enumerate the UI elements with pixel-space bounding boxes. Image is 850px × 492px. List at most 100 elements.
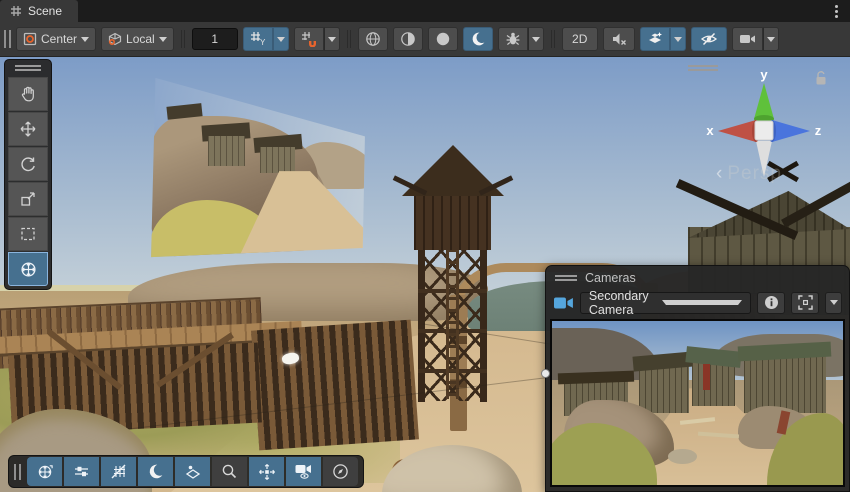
moon-icon: [470, 31, 486, 47]
preview-hut: [692, 360, 736, 406]
snap-increment-input[interactable]: [192, 28, 238, 50]
preview-rock: [668, 449, 697, 464]
move-tool[interactable]: [8, 112, 48, 146]
preview-banner: [703, 364, 710, 390]
cameras-panel-title: Cameras: [585, 271, 636, 285]
move-cross-icon: [258, 463, 276, 481]
tab-scene[interactable]: Scene: [0, 0, 78, 22]
speaker-mute-icon: [611, 31, 627, 47]
watchtower-cabin: [414, 193, 491, 250]
projection-label: Persp: [727, 163, 782, 184]
camera-settings-group: [732, 27, 779, 51]
grid-icon: [10, 5, 22, 17]
effects-button[interactable]: [640, 27, 670, 51]
overlay-toggle-tool-settings[interactable]: [64, 457, 99, 486]
axis-y-label: y: [760, 69, 768, 82]
camera-settings-dropdown[interactable]: [763, 27, 779, 51]
overlay-toolbar: [8, 455, 364, 488]
gizmo-z-cone[interactable]: [772, 120, 810, 142]
camera-frame-button[interactable]: [791, 292, 819, 314]
overlay-toggle-gizmos[interactable]: [175, 457, 210, 486]
cameras-panel-header[interactable]: Cameras: [546, 266, 849, 289]
toolbar-separator: [347, 30, 351, 48]
overlay-toggle-search[interactable]: [212, 457, 247, 486]
watchtower-leg: [480, 249, 487, 402]
grid-slash-icon: [110, 463, 127, 480]
shaded-wireframe-button[interactable]: [393, 27, 423, 51]
scene-viewport[interactable]: y x z ‹Persp Cameras Secondary Camera: [0, 57, 850, 492]
drag-handle[interactable]: [4, 30, 11, 48]
camera-eye-icon: [294, 463, 313, 480]
drag-handle[interactable]: [555, 275, 577, 281]
gizmo-y-cone[interactable]: [754, 83, 774, 119]
debug-dropdown[interactable]: [528, 27, 544, 51]
overlay-toggle-lighting[interactable]: [138, 457, 173, 486]
drag-handle[interactable]: [14, 464, 21, 480]
debug-bug-button[interactable]: [498, 27, 528, 51]
preview-hut: [744, 354, 825, 413]
svg-text:Y: Y: [260, 38, 266, 47]
grid-snap-dropdown[interactable]: [273, 27, 289, 51]
drag-handle[interactable]: [15, 65, 41, 71]
gizmo-x-cone[interactable]: [718, 120, 756, 142]
rect-icon: [19, 225, 37, 243]
magnet-grid-icon: [301, 31, 317, 47]
scale-tool[interactable]: [8, 182, 48, 216]
wireframe-globe-icon: [365, 31, 381, 47]
scale-icon: [19, 190, 37, 208]
unity-scene-window: Scene Center Local: [0, 0, 850, 492]
grid-snap-y-button[interactable]: Y: [243, 27, 273, 51]
camera-select-dropdown[interactable]: Secondary Camera: [580, 292, 751, 314]
audio-mute-button[interactable]: [603, 27, 635, 51]
view-hand-tool[interactable]: [8, 77, 48, 111]
overlay-toggle-move[interactable]: [249, 457, 284, 486]
scene-lighting-button[interactable]: [463, 27, 493, 51]
camera-settings-button[interactable]: [732, 27, 763, 51]
2d-mode-button[interactable]: 2D: [562, 27, 598, 51]
overlay-toggle-cameras[interactable]: [286, 457, 321, 486]
snap-magnet-button[interactable]: [294, 27, 324, 51]
rect-tool[interactable]: [8, 217, 48, 251]
rotate-icon: [19, 155, 37, 173]
effects-dropdown[interactable]: [670, 27, 686, 51]
camera-info-button[interactable]: [757, 292, 785, 314]
overlay-resize-dot[interactable]: [541, 369, 550, 378]
pivot-center-icon: [23, 32, 37, 46]
shaded-mode-button[interactable]: [428, 27, 458, 51]
video-camera-icon: [739, 32, 756, 46]
projection-mode[interactable]: ‹Persp: [716, 163, 782, 185]
magnifier-icon: [221, 463, 238, 480]
watchtower-leg: [418, 249, 425, 402]
toolbar-separator: [551, 30, 555, 48]
effects-group: [640, 27, 686, 51]
orientation-dropdown[interactable]: Local: [101, 27, 174, 51]
sphere-icon: [435, 31, 451, 47]
selected-camera-label: Secondary Camera: [589, 289, 662, 317]
preview-hut-roof: [558, 371, 634, 385]
overlay-toggle-grid-snap[interactable]: [101, 457, 136, 486]
transform-tool[interactable]: [8, 252, 48, 286]
gizmo-cube[interactable]: [755, 121, 773, 140]
wireframe-mode-button[interactable]: [358, 27, 388, 51]
gizmos-diamond-icon: [184, 463, 202, 481]
tab-label: Scene: [28, 4, 62, 18]
pivot-mode-label: Center: [41, 32, 77, 46]
palisade-frame: [251, 320, 419, 451]
cameras-panel-controls: Secondary Camera: [546, 289, 849, 316]
camera-panel-dropdown[interactable]: [825, 292, 842, 314]
scene-toolbar: Center Local Y: [0, 22, 850, 57]
axis-x-label: x: [706, 123, 714, 138]
orientation-label: Local: [126, 32, 155, 46]
overlay-toggle-navigation[interactable]: [323, 457, 358, 486]
chevron-left-icon: ‹: [716, 163, 723, 184]
snap-settings-dropdown[interactable]: [324, 27, 340, 51]
toolbar-separator: [181, 30, 185, 48]
pivot-mode-dropdown[interactable]: Center: [16, 27, 96, 51]
scene-visibility-button[interactable]: [691, 27, 727, 51]
move-icon: [19, 120, 37, 138]
watchtower-ladder: [446, 249, 459, 399]
kebab-menu-icon[interactable]: [828, 3, 844, 19]
overlay-toggle-transform-tools[interactable]: [27, 457, 62, 486]
rotate-tool[interactable]: [8, 147, 48, 181]
camera-preview-image: [552, 321, 843, 485]
